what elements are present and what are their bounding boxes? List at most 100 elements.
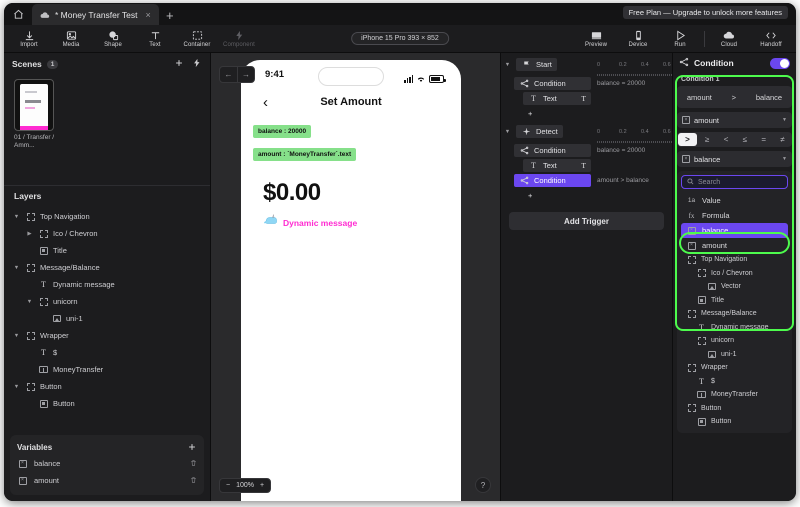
tree-row[interactable]: Message/Balance [683,307,786,321]
trigger-node[interactable]: Condition [501,143,591,158]
tree-row[interactable]: Button [683,402,786,416]
tree-row[interactable]: Wrapper [683,361,786,375]
tree-row[interactable]: MoneyTransfer [683,388,786,402]
variable-row[interactable]: × balance [10,455,204,472]
trigger-row[interactable]: Condition amount > balance [501,173,672,188]
dropdown-item[interactable]: 1a Value [681,193,788,208]
tree-row[interactable]: Button [683,415,786,429]
condition-toggle[interactable] [770,57,790,69]
tree-row[interactable]: Top Navigation [683,253,786,267]
trigger-row[interactable]: + [501,188,672,203]
run-button[interactable]: Run [659,25,701,52]
trigger-row[interactable]: T Text T [501,158,672,173]
operator-neq[interactable]: ≠ [773,132,792,147]
layer-row[interactable]: ▶ T $ [4,344,210,361]
plan-badge[interactable]: Free Plan — Upgrade to unlock more featu… [622,6,788,19]
layer-row[interactable]: ▶ MoneyTransfer [4,361,210,378]
layer-row[interactable]: ▶ Button [4,395,210,412]
media-button[interactable]: Media [50,25,92,52]
layer-row[interactable]: ▼ unicorn [4,293,210,310]
operator-gte[interactable]: ≥ [698,132,717,147]
dropdown-item-selected[interactable]: × balance [681,223,788,238]
text-button[interactable]: Text [134,25,176,52]
tree-row[interactable]: T $ [683,375,786,389]
container-button[interactable]: Container [176,25,218,52]
operator-lte[interactable]: ≤ [735,132,754,147]
trigger-node[interactable]: Condition [501,173,591,188]
layer-row[interactable]: ▼ Button [4,378,210,395]
tree-row[interactable]: T Dynamic message [683,321,786,335]
device-button[interactable]: Device [617,25,659,52]
delete-icon[interactable] [190,476,197,486]
operator-lt[interactable]: < [717,132,736,147]
layer-row[interactable]: ▼ Wrapper [4,327,210,344]
zoom-in-button[interactable]: + [260,482,264,489]
zoom-out-button[interactable]: − [226,482,230,489]
layer-row[interactable]: ▶ Title [4,242,210,259]
delete-icon[interactable] [190,459,197,469]
handoff-button[interactable]: Handoff [750,25,792,52]
add-scene-button[interactable] [174,58,184,70]
new-tab-button[interactable]: + [159,5,181,25]
tree-row[interactable]: unicorn [683,334,786,348]
tree-row[interactable]: uni-1 [683,348,786,362]
trigger-node[interactable]: Condition [501,76,591,91]
cloud-button[interactable]: Cloud [708,25,750,52]
add-trigger-button[interactable]: Add Trigger [509,212,664,230]
trigger-row-selected[interactable]: Condition [514,174,591,187]
layer-row[interactable]: ▶ T Dynamic message [4,276,210,293]
add-variable-button[interactable] [187,442,197,452]
dropdown-item[interactable]: × amount [681,238,788,253]
trigger-header-row[interactable]: ▼ Start 0 0.2 0.4 0.6 [501,57,672,72]
close-icon[interactable]: × [146,10,151,20]
preview-button[interactable]: Preview [575,25,617,52]
trigger-title-block[interactable]: Detect [516,125,563,138]
layer-row[interactable]: ▶ Ico / Chevron [4,225,210,242]
trigger-node[interactable]: + [501,106,591,121]
trigger-node[interactable]: + [501,188,591,203]
caret-expanded-icon[interactable]: ▼ [12,265,21,271]
trigger-row[interactable]: + [501,106,672,121]
canvas-area[interactable]: ← → 9:41 ‹ Set Amount balance: 20000 am… [211,53,500,501]
tree-row[interactable]: Title [683,294,786,308]
component-button[interactable]: Component [218,25,260,52]
trigger-row-block[interactable]: Condition [514,77,591,90]
trigger-row-block[interactable]: Condition [514,144,591,157]
caret-expanded-icon[interactable]: ▼ [503,62,512,68]
layer-row[interactable]: ▶ uni-1 [4,310,210,327]
scene-card-01[interactable]: 01 / Transfer / Amm... [14,79,54,150]
lightning-icon[interactable] [192,58,202,70]
trigger-row[interactable]: Condition balance = 20000 [501,143,672,158]
trigger-title-block[interactable]: Start [516,58,557,71]
caret-expanded-icon[interactable]: ▼ [503,129,512,135]
layer-row[interactable]: ▼ Top Navigation [4,208,210,225]
trigger-row-block[interactable]: T Text T [523,92,591,105]
trigger-row[interactable]: T Text T [501,91,672,106]
trigger-node[interactable]: ▼ Start [501,57,591,72]
trigger-node[interactable]: ▼ Detect [501,124,591,139]
variable-row[interactable]: × amount [10,472,204,489]
trigger-row[interactable]: Condition balance = 20000 [501,76,672,91]
dropdown-item[interactable]: fx Formula [681,208,788,223]
scene-thumbnail[interactable] [14,79,54,131]
tree-row[interactable]: Ico / Chevron [683,267,786,281]
trigger-header-row[interactable]: ▼ Detect 0 0.2 0.4 0.6 [501,124,672,139]
caret-expanded-icon[interactable]: ▼ [12,333,21,339]
trigger-node[interactable]: T Text T [501,91,591,106]
shape-button[interactable]: Shape [92,25,134,52]
caret-expanded-icon[interactable]: ▼ [25,299,34,305]
nav-forward-button[interactable]: → [237,67,254,82]
trigger-row-block[interactable]: + [523,107,591,120]
import-button[interactable]: Import [8,25,50,52]
help-button[interactable]: ? [475,477,491,493]
trigger-row-block[interactable]: T Text T [523,159,591,172]
left-operand-select[interactable]: × amount ▼ [677,112,792,128]
search-input[interactable]: Search [681,175,788,189]
tab-money-transfer-test[interactable]: * Money Transfer Test × [32,4,159,25]
operator-eq[interactable]: = [754,132,773,147]
tree-row[interactable]: Vector [683,280,786,294]
phone-frame[interactable]: 9:41 ‹ Set Amount balance : 20000 amount… [241,60,461,501]
right-operand-select[interactable]: × balance ▼ [677,151,792,167]
device-selector[interactable]: iPhone 15 Pro 393 × 852 [351,32,449,45]
operator-gt[interactable]: > [678,133,697,146]
